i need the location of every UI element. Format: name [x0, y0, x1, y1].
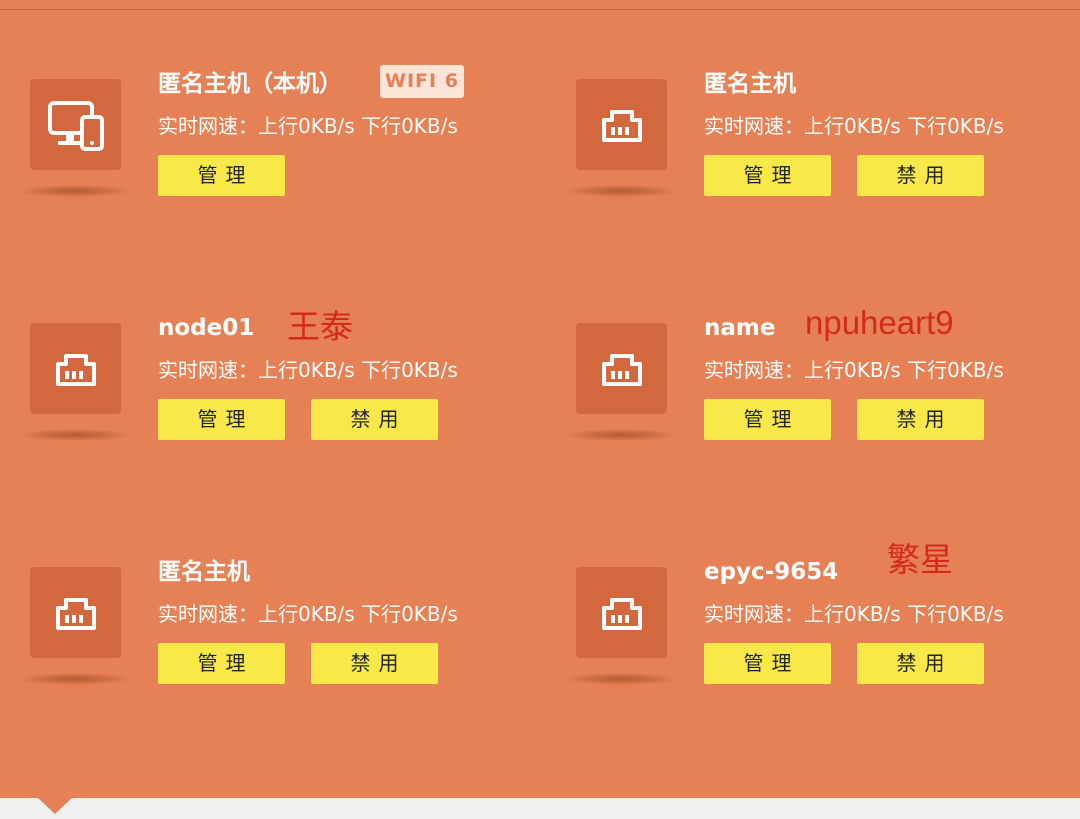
device-name: 匿名主机（本机） — [158, 71, 342, 97]
disable-button[interactable]: 禁用 — [311, 643, 438, 684]
disable-button[interactable]: 禁用 — [857, 643, 984, 684]
manage-button[interactable]: 管理 — [158, 155, 285, 196]
device-speed: 实时网速：上行0KB/s 下行0KB/s — [158, 602, 458, 626]
device-name: epyc-9654 — [704, 559, 839, 585]
wifi-badge: WIFI 6 — [380, 65, 464, 98]
device-speed: 实时网速：上行0KB/s 下行0KB/s — [158, 114, 458, 138]
device-name: 匿名主机 — [704, 71, 796, 97]
device-speed: 实时网速：上行0KB/s 下行0KB/s — [704, 358, 1004, 382]
icon-shadow — [566, 185, 676, 197]
icon-shadow — [20, 429, 130, 441]
annotation-label: 王泰 — [287, 308, 353, 345]
disable-button[interactable]: 禁用 — [857, 399, 984, 440]
icon-shadow — [20, 185, 130, 197]
device-speed: 实时网速：上行0KB/s 下行0KB/s — [704, 602, 1004, 626]
manage-button[interactable]: 管理 — [158, 643, 285, 684]
bottom-bar — [0, 798, 1080, 819]
ethernet-icon — [576, 323, 667, 414]
device-name: node01 — [158, 315, 255, 341]
manage-button[interactable]: 管理 — [158, 399, 285, 440]
device-card: node01 实时网速：上行0KB/s 下行0KB/s 管理 禁用 — [0, 315, 540, 493]
annotation-label: npuheart9 — [805, 304, 954, 341]
device-name: name — [704, 315, 776, 341]
annotation-label: 繁星 — [887, 541, 953, 578]
ethernet-icon — [30, 567, 121, 658]
device-card: name 实时网速：上行0KB/s 下行0KB/s 管理 禁用 — [546, 315, 1080, 493]
ethernet-icon — [576, 567, 667, 658]
pointer-notch — [38, 798, 72, 814]
device-card: 匿名主机（本机） WIFI 6 实时网速：上行0KB/s 下行0KB/s 管理 — [0, 65, 540, 249]
disable-button[interactable]: 禁用 — [857, 155, 984, 196]
device-card: 匿名主机 实时网速：上行0KB/s 下行0KB/s 管理 禁用 — [546, 71, 1080, 249]
icon-shadow — [566, 673, 676, 685]
device-card: epyc-9654 实时网速：上行0KB/s 下行0KB/s 管理 禁用 — [546, 559, 1080, 737]
device-speed: 实时网速：上行0KB/s 下行0KB/s — [704, 114, 1004, 138]
manage-button[interactable]: 管理 — [704, 399, 831, 440]
device-speed: 实时网速：上行0KB/s 下行0KB/s — [158, 358, 458, 382]
manage-button[interactable]: 管理 — [704, 643, 831, 684]
device-card: 匿名主机 实时网速：上行0KB/s 下行0KB/s 管理 禁用 — [0, 559, 540, 737]
manage-button[interactable]: 管理 — [704, 155, 831, 196]
icon-shadow — [566, 429, 676, 441]
icon-shadow — [20, 673, 130, 685]
disable-button[interactable]: 禁用 — [311, 399, 438, 440]
ethernet-icon — [30, 323, 121, 414]
top-divider — [0, 0, 1080, 10]
pc-phone-icon — [30, 79, 121, 170]
ethernet-icon — [576, 79, 667, 170]
device-name: 匿名主机 — [158, 559, 250, 585]
